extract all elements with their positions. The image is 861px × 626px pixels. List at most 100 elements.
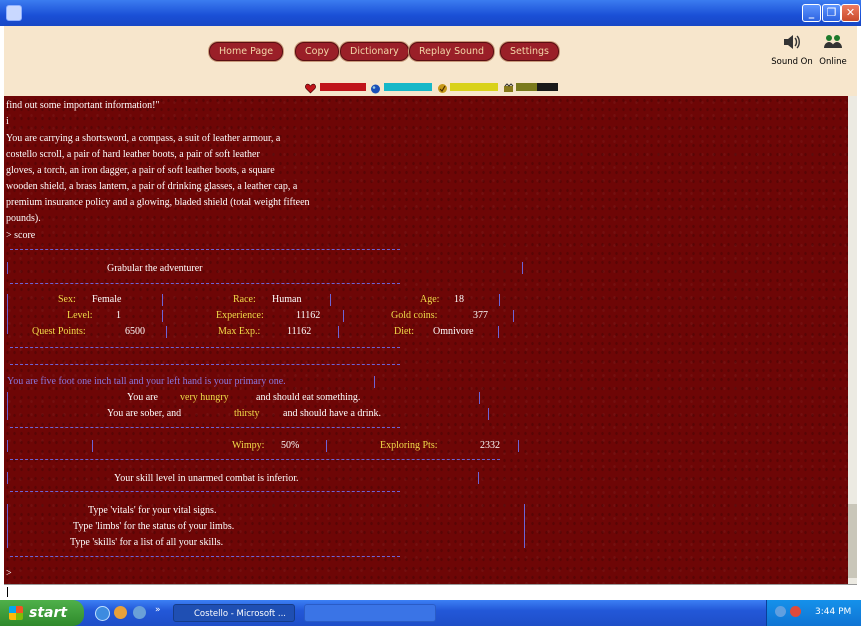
system-tray: 3:44 PM <box>766 600 861 626</box>
experience-value: 11162 <box>296 310 321 321</box>
home-page-button[interactable]: Home Page <box>209 42 284 61</box>
divider <box>513 310 514 322</box>
diet-value: Omnivore <box>433 326 474 337</box>
prompt: > <box>6 568 12 579</box>
divider <box>330 294 331 306</box>
task-label: Costello - Microsoft ... <box>194 609 287 619</box>
divider <box>10 556 400 557</box>
divider <box>162 310 163 322</box>
bar-fill <box>450 83 498 91</box>
windows-taskbar: start » Costello - Microsoft ... 3:44 PM <box>0 600 861 626</box>
wimpy-value: 50% <box>281 440 300 451</box>
sound-toggle[interactable]: Sound On <box>770 33 814 67</box>
output-line: gloves, a torch, an iron dagger, a pair … <box>6 165 275 176</box>
browser-icon[interactable] <box>95 606 110 621</box>
divider <box>10 491 400 492</box>
command-input[interactable] <box>4 584 857 599</box>
settings-button[interactable]: Settings <box>500 42 559 61</box>
stamina-bar <box>450 83 498 91</box>
max-exp-value: 11162 <box>287 326 312 337</box>
divider <box>10 459 500 460</box>
dictionary-button[interactable]: Dictionary <box>340 42 409 61</box>
divider <box>338 326 339 338</box>
bar-fill <box>516 83 537 91</box>
output-line: premium insurance policy and a glowing, … <box>6 197 310 208</box>
divider <box>518 440 519 452</box>
taskbar-costello[interactable]: Costello - Microsoft ... <box>173 604 295 622</box>
age-value: 18 <box>454 294 464 305</box>
clock: 3:44 PM <box>815 607 852 617</box>
divider <box>162 294 163 306</box>
gold-value: 377 <box>473 310 488 321</box>
output-line: costello scroll, a pair of hard leather … <box>6 149 260 160</box>
close-button[interactable]: ✕ <box>841 4 860 22</box>
text-cursor <box>7 587 8 597</box>
scrollbar-thumb[interactable] <box>848 504 857 578</box>
diet-label: Diet: <box>394 326 414 337</box>
exploring-label: Exploring Pts: <box>380 440 438 451</box>
divider <box>10 427 400 428</box>
hunger-value: very hungry <box>180 392 229 403</box>
help-line: Type 'skills' for a list of all your ski… <box>70 537 224 548</box>
vertical-scrollbar[interactable] <box>848 96 857 617</box>
replay-sound-button[interactable]: Replay Sound <box>409 42 495 61</box>
divider <box>479 392 480 404</box>
thirst-suffix: and should have a drink. <box>283 408 382 419</box>
mana-bar <box>384 83 432 91</box>
max-exp-label: Max Exp.: <box>218 326 261 337</box>
help-line: Type 'vitals' for your vital signs. <box>88 505 217 516</box>
window-title-bar: _ ❐ ✕ <box>0 0 861 26</box>
divider <box>10 283 400 284</box>
gold-label: Gold coins: <box>391 310 438 321</box>
divider <box>92 440 93 452</box>
start-button[interactable]: start <box>0 600 84 626</box>
media-icon[interactable] <box>114 606 127 619</box>
output-line: i <box>6 116 9 127</box>
sober-prefix: You are sober, and <box>107 408 182 419</box>
online-people-icon <box>824 35 842 48</box>
restore-button[interactable]: ❐ <box>822 4 841 22</box>
thirst-value: thirsty <box>234 408 260 419</box>
bar-fill <box>320 83 366 91</box>
divider <box>374 376 375 388</box>
output-line: You are carrying a shortsword, a compass… <box>6 133 281 144</box>
divider <box>499 294 500 306</box>
divider <box>10 249 400 250</box>
security-icon[interactable] <box>790 606 801 617</box>
game-output: find out some important information!" i … <box>4 96 848 584</box>
help-line: Type 'limbs' for the status of your limb… <box>73 521 235 532</box>
race-label: Race: <box>233 294 256 305</box>
minimize-button[interactable]: _ <box>802 4 821 22</box>
network-icon[interactable] <box>775 606 786 617</box>
level-value: 1 <box>116 310 121 321</box>
game-toolbar: Home Page Copy Dictionary Replay Sound S… <box>4 26 857 96</box>
age-label: Age: <box>420 294 440 305</box>
taskbar-empty-task[interactable] <box>304 604 436 622</box>
experience-label: Experience: <box>216 310 264 321</box>
output-line: wooden shield, a brass lantern, a pair o… <box>6 181 298 192</box>
level-label: Level: <box>67 310 93 321</box>
more-chevron-icon[interactable]: » <box>155 605 161 615</box>
copy-button[interactable]: Copy <box>295 42 340 61</box>
quicklaunch-icon[interactable] <box>133 606 146 619</box>
divider <box>7 504 8 548</box>
height-line: You are five foot one inch tall and your… <box>7 376 286 387</box>
sex-label: Sex: <box>58 294 76 305</box>
health-bar <box>320 83 366 91</box>
divider <box>166 326 167 338</box>
online-indicator[interactable]: Online <box>816 33 850 67</box>
divider <box>498 326 499 338</box>
output-line: find out some important information!" <box>6 100 160 111</box>
quest-points-label: Quest Points: <box>32 326 86 337</box>
divider <box>7 294 8 334</box>
online-label: Online <box>819 57 847 67</box>
speaker-icon <box>784 35 800 49</box>
race-value: Human <box>272 294 302 305</box>
divider <box>7 262 8 274</box>
divider <box>522 262 523 274</box>
start-label: start <box>29 605 68 621</box>
windows-logo-icon <box>9 606 23 620</box>
hunger-suffix: and should eat something. <box>256 392 361 403</box>
divider <box>10 347 400 348</box>
sound-label: Sound On <box>771 57 813 67</box>
